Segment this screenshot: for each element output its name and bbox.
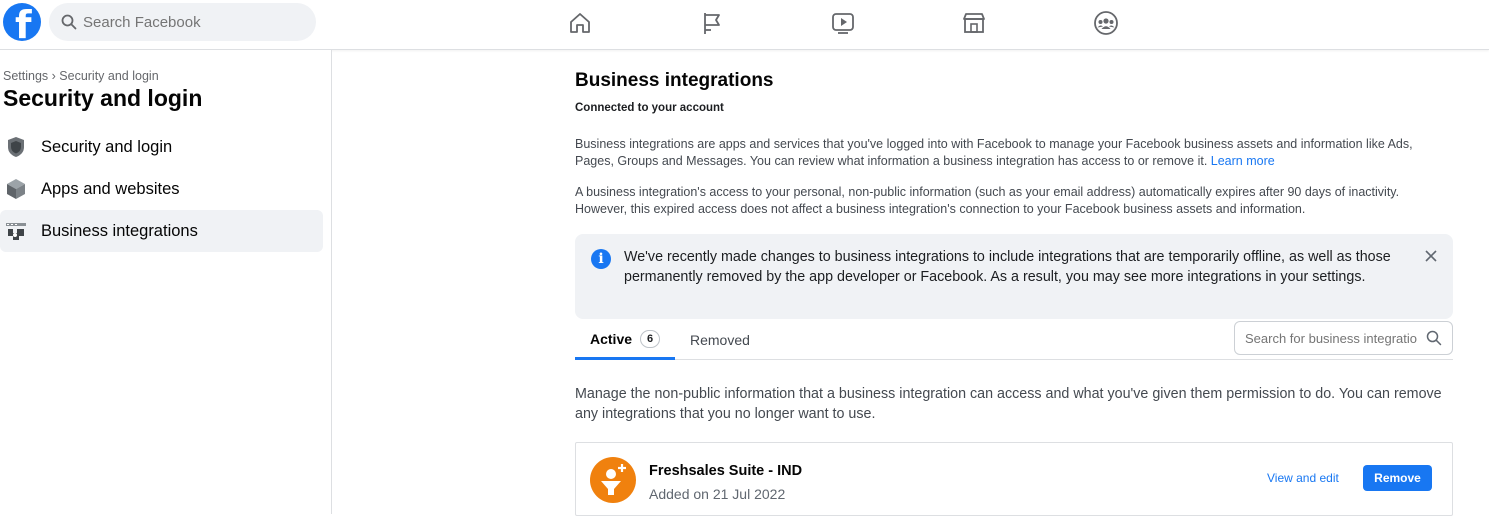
- remove-button[interactable]: Remove: [1363, 465, 1432, 491]
- integration-search-box[interactable]: [1234, 321, 1453, 355]
- video-icon[interactable]: [828, 8, 858, 38]
- flag-icon[interactable]: [697, 8, 727, 38]
- tab-active[interactable]: Active 6: [575, 321, 675, 360]
- active-count-badge: 6: [640, 330, 661, 348]
- breadcrumb[interactable]: Settings › Security and login: [3, 69, 159, 83]
- search-input[interactable]: [83, 3, 303, 41]
- tab-removed[interactable]: Removed: [690, 321, 750, 359]
- shield-icon: [5, 136, 27, 158]
- tab-active-label: Active: [590, 331, 633, 347]
- sidebar-item-label: Security and login: [41, 137, 173, 156]
- top-navigation-bar: f: [0, 0, 1489, 50]
- view-and-edit-link[interactable]: View and edit: [1267, 471, 1339, 485]
- business-integrations-icon: [5, 220, 27, 242]
- learn-more-link[interactable]: Learn more: [1211, 154, 1275, 168]
- info-icon: i: [591, 249, 611, 269]
- search-icon: [1426, 330, 1442, 346]
- manage-description: Manage the non-public information that a…: [575, 386, 1442, 422]
- description-text: Business integrations are apps and servi…: [575, 137, 1413, 168]
- integration-tabs: Active 6 Removed: [575, 321, 1453, 360]
- cube-icon: [5, 178, 27, 200]
- marketplace-icon[interactable]: [959, 8, 989, 38]
- section-subtitle: Connected to your account: [575, 102, 724, 114]
- settings-sidebar: Settings › Security and login Security a…: [0, 50, 332, 514]
- sidebar-item-security-and-login[interactable]: Security and login: [0, 126, 323, 168]
- freshsales-app-icon: [590, 457, 636, 503]
- facebook-logo-letter: f: [15, 3, 32, 41]
- sidebar-title: Security and login: [3, 85, 203, 111]
- groups-icon[interactable]: [1091, 8, 1121, 38]
- integration-card: Freshsales Suite - IND Added on 21 Jul 2…: [575, 442, 1453, 516]
- facebook-logo[interactable]: f: [3, 3, 41, 41]
- search-icon: [61, 14, 77, 30]
- close-icon[interactable]: [1421, 246, 1441, 266]
- description-paragraph: Business integrations are apps and servi…: [575, 136, 1453, 169]
- info-notice: i We've recently made changes to busines…: [575, 234, 1453, 319]
- integration-added-date: Added on 21 Jul 2022: [649, 486, 786, 502]
- home-icon[interactable]: [565, 8, 595, 38]
- sidebar-item-label: Business integrations: [41, 221, 198, 240]
- expiry-paragraph: A business integration's access to your …: [575, 185, 1400, 216]
- notice-text: We've recently made changes to business …: [624, 249, 1391, 285]
- search-box[interactable]: [49, 3, 316, 41]
- sidebar-item-label: Apps and websites: [41, 179, 180, 198]
- sidebar-item-business-integrations[interactable]: Business integrations: [0, 210, 323, 252]
- integration-name: Freshsales Suite - IND: [649, 463, 803, 479]
- page-title: Business integrations: [575, 70, 774, 91]
- integration-search-input[interactable]: [1245, 322, 1417, 354]
- sidebar-item-apps-and-websites[interactable]: Apps and websites: [0, 168, 323, 210]
